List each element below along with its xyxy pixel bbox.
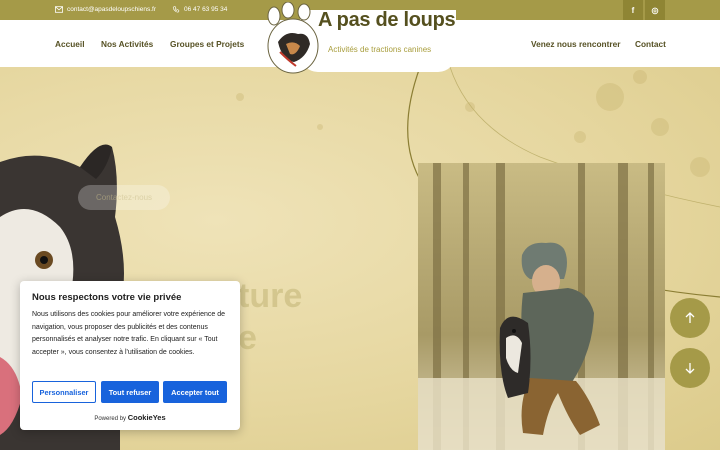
scroll-down-button[interactable] bbox=[670, 348, 710, 388]
nav-item-contact[interactable]: Contact bbox=[635, 39, 666, 49]
phone-contact[interactable]: 06 47 63 95 34 bbox=[172, 6, 227, 13]
hero-contact-button[interactable]: Contactez-nous bbox=[78, 185, 170, 210]
phone-text[interactable]: 06 47 63 95 34 bbox=[184, 6, 227, 13]
cookie-title: Nous respectons votre vie privée bbox=[32, 292, 182, 303]
arrow-down-icon bbox=[685, 363, 695, 374]
customize-button[interactable]: Personnaliser bbox=[32, 381, 96, 403]
nav-item-visit[interactable]: Venez nous rencontrer bbox=[531, 39, 620, 49]
email-contact[interactable]: contact@apasdeloupschiens.fr bbox=[55, 6, 156, 13]
reject-all-button[interactable]: Tout refuser bbox=[101, 381, 159, 403]
mail-icon bbox=[55, 6, 63, 13]
cookie-consent-panel: Nous respectons votre vie privée Nous ut… bbox=[20, 281, 240, 430]
cookie-description: Nous utilisons des cookies pour améliore… bbox=[32, 311, 225, 356]
instagram-icon[interactable]: ◎ bbox=[645, 0, 665, 20]
facebook-icon[interactable]: f bbox=[623, 0, 643, 20]
phone-icon bbox=[172, 6, 180, 13]
nav-item-activities[interactable]: Nos Activités bbox=[101, 39, 153, 49]
email-text[interactable]: contact@apasdeloupschiens.fr bbox=[67, 6, 156, 13]
powered-by: Powered by CookieYes bbox=[20, 413, 240, 422]
nav-item-groups[interactable]: Groupes et Projets bbox=[170, 39, 244, 49]
logo-title: A pas de loups bbox=[318, 9, 456, 31]
arrow-up-icon bbox=[685, 312, 695, 323]
logo-subtitle: Activités de tractions canines bbox=[328, 45, 432, 54]
hero-photo bbox=[418, 163, 665, 450]
cookieyes-logo[interactable]: CookieYes bbox=[128, 413, 166, 422]
paw-dog-logo-icon bbox=[267, 2, 319, 74]
nav-item-home[interactable]: Accueil bbox=[55, 39, 85, 49]
scroll-up-button[interactable] bbox=[670, 298, 710, 338]
hero-title: ture bbox=[238, 277, 303, 315]
site-logo[interactable]: A pas de loups Activités de tractions ca… bbox=[266, 2, 458, 74]
hero-title-line2: e bbox=[238, 319, 257, 357]
forest-photo-illustration bbox=[418, 163, 665, 450]
accept-all-button[interactable]: Accepter tout bbox=[163, 381, 227, 403]
powered-by-text: Powered by bbox=[94, 416, 127, 422]
